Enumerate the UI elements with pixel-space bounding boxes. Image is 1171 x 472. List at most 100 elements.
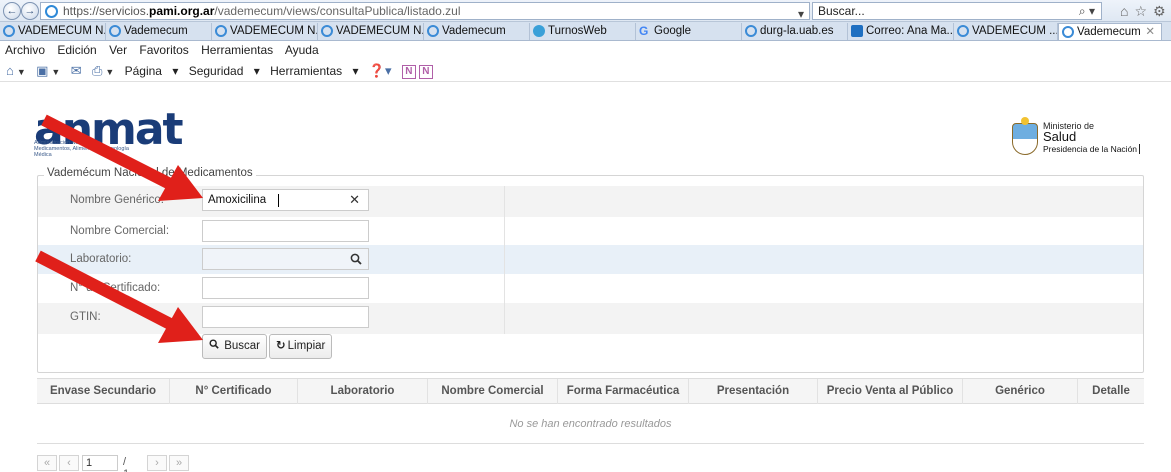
chevron-down-icon[interactable]: ▼: [51, 67, 60, 77]
command-bar: ⌂ ▼ ▣ ▼ ✉ ⎙ ▼ Página ▾ Seguridad ▾ Herramie…: [0, 60, 1171, 82]
col-certificado[interactable]: N° Certificado: [170, 379, 298, 404]
menu-herramientas[interactable]: Herramientas: [201, 43, 273, 57]
clear-icon[interactable]: ✕: [349, 190, 360, 210]
tab-label: Vademecum: [1077, 26, 1141, 38]
tab-label: Vademecum: [442, 25, 506, 37]
tab-label: Google: [654, 25, 692, 37]
ie-icon: [109, 25, 121, 37]
search-icon: [209, 339, 222, 352]
tab-label: VADEMECUM ...: [972, 25, 1058, 37]
tab-label: TurnosWeb: [548, 25, 607, 37]
col-forma-farmaceutica[interactable]: Forma Farmacéutica: [558, 379, 689, 404]
tab-turnosweb[interactable]: TurnosWeb: [530, 23, 636, 40]
menu-edicion[interactable]: Edición: [57, 43, 96, 57]
tools-menu[interactable]: Herramientas ▾: [270, 64, 358, 78]
ie-icon: [321, 25, 333, 37]
forward-icon[interactable]: →: [21, 2, 39, 20]
ie-icon: [215, 25, 227, 37]
tab-vademecum-4[interactable]: VADEMECUM N...: [318, 23, 424, 40]
chevron-down-icon[interactable]: ▼: [17, 67, 26, 77]
col-laboratorio[interactable]: Laboratorio: [298, 379, 428, 404]
tab-vademecum-6[interactable]: VADEMECUM ...: [954, 23, 1058, 40]
first-page-icon[interactable]: «: [37, 455, 57, 471]
tab-label: durg-la.uab.es: [760, 25, 834, 37]
menu-ayuda[interactable]: Ayuda: [285, 43, 319, 57]
row-divider: [504, 245, 505, 276]
search-icon[interactable]: ⌕ ▾: [1079, 3, 1095, 19]
page-menu[interactable]: Página ▾: [125, 64, 179, 78]
buscar-button[interactable]: Buscar: [202, 334, 267, 359]
prev-page-icon[interactable]: ‹: [59, 455, 79, 471]
ie-icon: [427, 25, 439, 37]
row-gtin: GTIN:: [38, 303, 1143, 334]
nombre-comercial-input[interactable]: [202, 220, 369, 242]
results-table-header: Envase Secundario N° Certificado Laborat…: [37, 378, 1144, 404]
tab-label: Vademecum: [124, 25, 188, 37]
logo-subtitle: Administración Nacional de Medicamentos,…: [34, 140, 129, 158]
url-prefix: https://servicios.: [63, 4, 150, 18]
row-nombre-comercial: Nombre Comercial:: [38, 217, 1143, 248]
tab-label: VADEMECUM N...: [18, 25, 106, 37]
row-laboratorio: Laboratorio:: [38, 245, 1143, 276]
chevron-down-icon[interactable]: ▼: [105, 67, 114, 77]
tab-bar: VADEMECUM N... Vademecum VADEMECUM N... …: [0, 22, 1171, 41]
col-detalle[interactable]: Detalle: [1078, 379, 1144, 404]
browser-search-input[interactable]: Buscar... ⌕ ▾: [812, 2, 1102, 20]
home-icon[interactable]: ⌂: [6, 63, 14, 78]
onenote-icon[interactable]: N: [401, 64, 416, 79]
back-icon[interactable]: ←: [3, 2, 21, 20]
menu-archivo[interactable]: Archivo: [5, 43, 45, 57]
url-path: /vademecum/views/consultaPublica/listado…: [214, 4, 461, 18]
url-input[interactable]: https://servicios.pami.org.ar/vademecum/…: [40, 2, 810, 20]
close-icon[interactable]: ✕: [1145, 24, 1155, 40]
ie-icon: [745, 25, 757, 37]
label-nombre-comercial: Nombre Comercial:: [70, 225, 170, 237]
page-input[interactable]: 1: [82, 455, 118, 471]
onenote-icon[interactable]: N: [418, 64, 433, 79]
nombre-generico-input[interactable]: Amoxicilina ✕: [202, 189, 369, 211]
mail-icon[interactable]: ✉: [71, 63, 82, 78]
tab-vademecum-5[interactable]: Vademecum: [424, 23, 530, 40]
feeds-icon[interactable]: ▣: [36, 63, 48, 78]
last-page-icon[interactable]: »: [169, 455, 189, 471]
home-star-gear-icons[interactable]: ⌂☆⚙: [1120, 3, 1171, 20]
lock-refresh-icons[interactable]: ▾ 🔒 ↻: [798, 6, 809, 19]
url-host: pami.org.ar: [149, 4, 215, 18]
coat-of-arms-icon: [1012, 117, 1038, 155]
tab-correo[interactable]: Correo: Ana Ma...: [848, 23, 954, 40]
tab-vademecum-active[interactable]: Vademecum ✕: [1058, 23, 1162, 40]
tab-vademecum-3[interactable]: VADEMECUM N...: [212, 23, 318, 40]
ie-icon: [1062, 26, 1074, 38]
col-nombre-comercial[interactable]: Nombre Comercial: [428, 379, 558, 404]
menu-ver[interactable]: Ver: [109, 43, 127, 57]
tab-google[interactable]: G Google: [636, 23, 742, 40]
ie-icon: [45, 5, 58, 18]
col-precio[interactable]: Precio Venta al Público: [818, 379, 963, 404]
browser-search-placeholder: Buscar...: [818, 4, 865, 18]
search-icon[interactable]: [350, 249, 362, 271]
col-generico[interactable]: Genérico: [963, 379, 1078, 404]
google-icon: G: [639, 24, 649, 38]
certificado-input[interactable]: [202, 277, 369, 299]
print-icon[interactable]: ⎙: [92, 63, 102, 78]
menu-favoritos[interactable]: Favoritos: [139, 43, 188, 57]
tab-vademecum-1[interactable]: VADEMECUM N...: [0, 23, 106, 40]
laboratorio-input[interactable]: [202, 248, 369, 270]
label-gtin: GTIN:: [70, 311, 101, 323]
row-divider: [504, 303, 505, 334]
next-page-icon[interactable]: ›: [147, 455, 167, 471]
limpiar-button[interactable]: ↻ Limpiar: [269, 334, 333, 359]
page-menu-label: Página: [124, 64, 162, 78]
tab-durg[interactable]: durg-la.uab.es: [742, 23, 848, 40]
row-divider: [504, 217, 505, 248]
tab-vademecum-2[interactable]: Vademecum: [106, 23, 212, 40]
col-envase-secundario[interactable]: Envase Secundario: [37, 379, 170, 404]
help-icon[interactable]: ❓▾: [369, 63, 392, 78]
refresh-icon: ↻: [276, 340, 286, 352]
results-table-body: No se han encontrado resultados: [37, 404, 1144, 444]
nombre-generico-value: Amoxicilina: [208, 194, 267, 206]
col-presentacion[interactable]: Presentación: [689, 379, 818, 404]
outlook-icon: [851, 25, 863, 37]
gtin-input[interactable]: [202, 306, 369, 328]
security-menu[interactable]: Seguridad ▾: [189, 64, 260, 78]
